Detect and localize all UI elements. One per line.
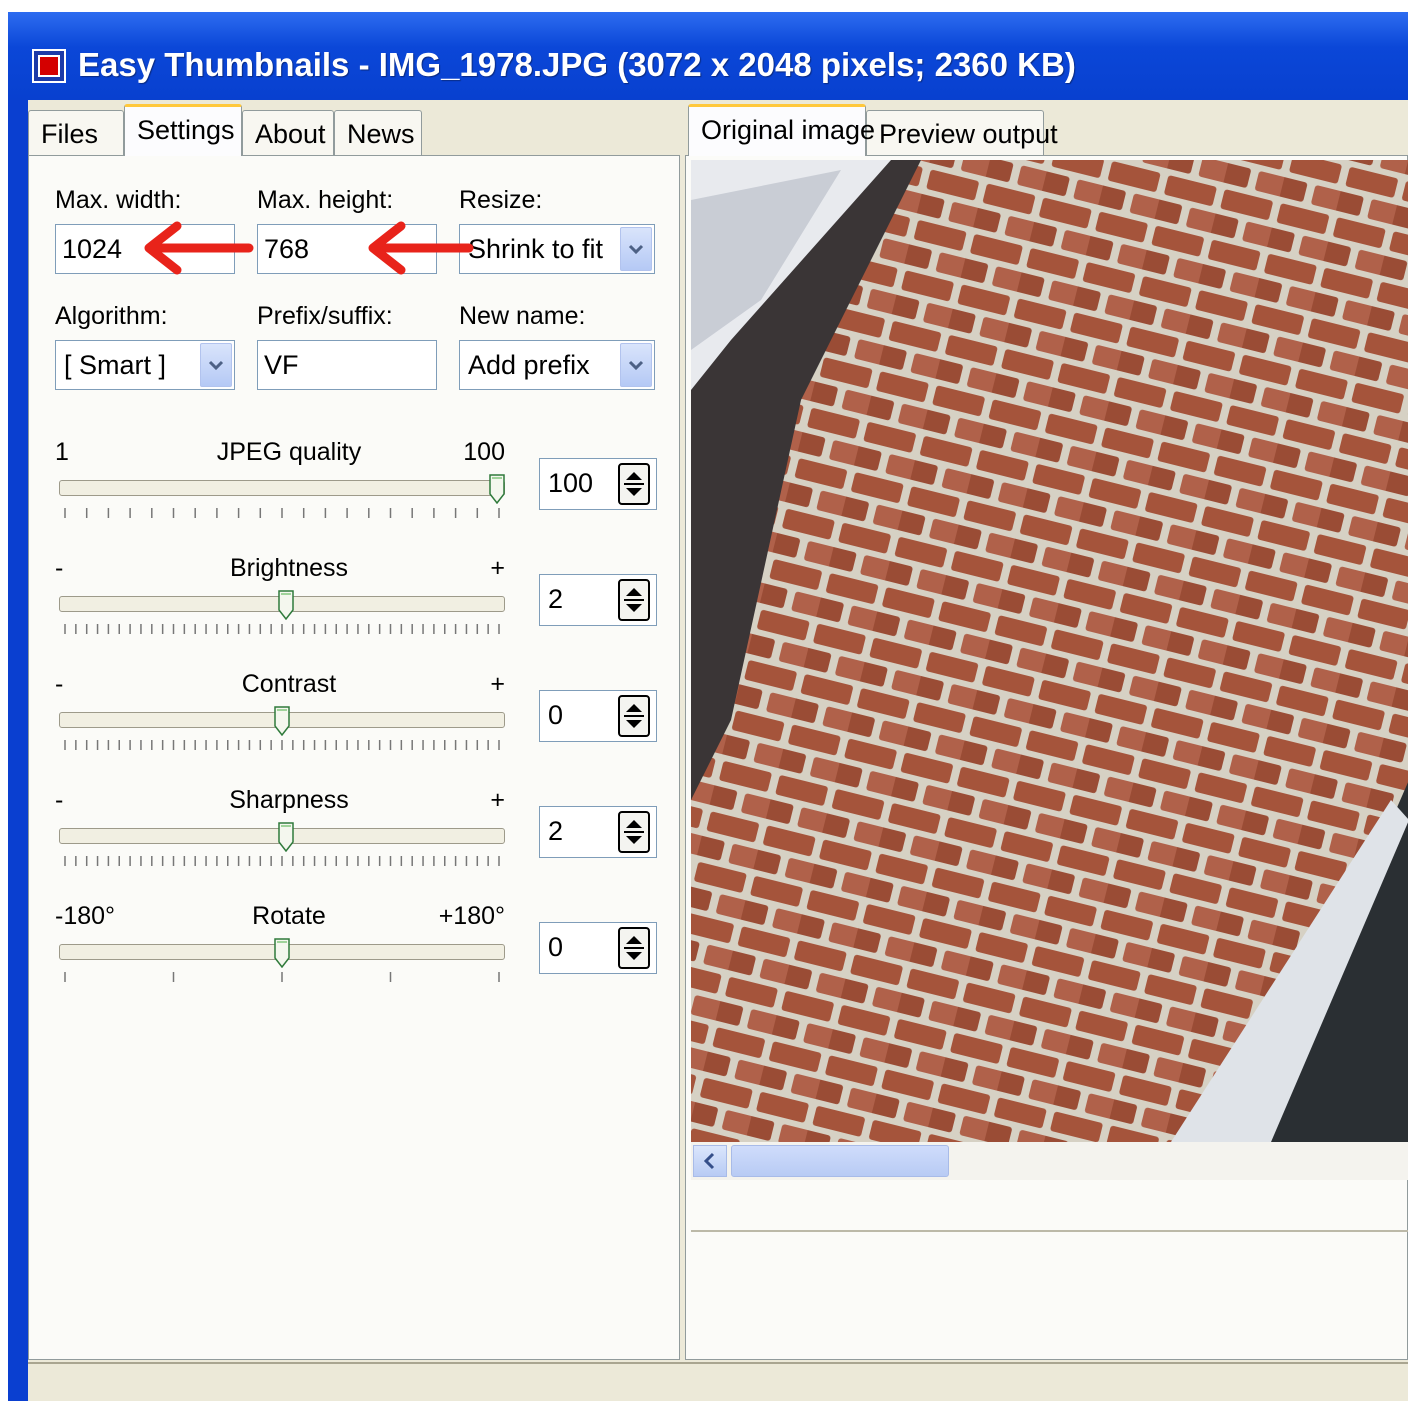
prefix-suffix-label: Prefix/suffix: [257, 302, 393, 330]
prefix-suffix-input[interactable]: VF [257, 340, 437, 390]
sharpness-spinbox[interactable]: 2 [539, 806, 657, 858]
rotate-label: Rotate [252, 902, 326, 930]
resize-label: Resize: [459, 186, 543, 214]
contrast-slider-ticks [64, 740, 500, 750]
settings-panel: Max. width: Max. height: Resize: 1024 76… [28, 155, 680, 1360]
jpeg-spinbox[interactable]: 100 [539, 458, 657, 510]
tab-settings[interactable]: Settings [124, 104, 242, 156]
photo-brick-wall [691, 160, 1408, 1142]
arrow-icon [144, 221, 474, 275]
algorithm-label: Algorithm: [55, 302, 168, 330]
rotate-value: 0 [548, 932, 564, 962]
title-bar[interactable]: Easy Thumbnails - IMG_1978.JPG (3072 x 2… [8, 12, 1408, 100]
status-bar [28, 1366, 1408, 1401]
jpeg-slider-track[interactable] [59, 480, 505, 496]
slider-group-rotate: -180° Rotate +180° 0 [29, 156, 681, 982]
scroll-thumb[interactable] [731, 1145, 949, 1177]
chevron-down-icon[interactable] [620, 227, 652, 271]
max-height-label: Max. height: [257, 186, 394, 214]
tab-preview-output[interactable]: Preview output [866, 110, 1058, 156]
brightness-slider-ticks [64, 624, 500, 634]
scroll-left-icon[interactable] [693, 1145, 727, 1177]
jpeg-max-label: 100 [463, 438, 505, 466]
window-title: Easy Thumbnails - IMG_1978.JPG (3072 x 2… [78, 46, 1076, 83]
rotate-min-label: -180° [55, 902, 116, 930]
contrast-value: 0 [548, 700, 564, 730]
algorithm-value: [ Smart ] [64, 350, 167, 380]
divider [691, 1230, 1408, 1232]
max-width-label: Max. width: [55, 186, 182, 214]
brightness-value: 2 [548, 584, 564, 614]
brightness-slider-thumb[interactable] [278, 590, 295, 620]
spin-updown-icon[interactable] [618, 695, 650, 737]
contrast-label: Contrast [241, 670, 337, 698]
spin-updown-icon[interactable] [618, 927, 650, 969]
sharpness-max-label: + [490, 786, 505, 814]
horizontal-scrollbar[interactable] [691, 1142, 1408, 1180]
spin-updown-icon[interactable] [618, 811, 650, 853]
sharpness-value: 2 [548, 816, 564, 846]
chevron-down-icon[interactable] [200, 343, 232, 387]
new-name-select[interactable]: Add prefix [459, 340, 655, 390]
new-name-label: New name: [459, 302, 586, 330]
algorithm-select[interactable]: [ Smart ] [55, 340, 235, 390]
brightness-spinbox[interactable]: 2 [539, 574, 657, 626]
image-panel [685, 155, 1408, 1360]
tab-files[interactable]: Files [28, 110, 124, 156]
jpeg-min-label: 1 [55, 438, 69, 466]
sharpness-slider-ticks [64, 856, 500, 866]
spin-updown-icon[interactable] [618, 463, 650, 505]
jpeg-slider-thumb[interactable] [489, 474, 505, 504]
image-viewer[interactable] [691, 160, 1408, 1142]
tab-about[interactable]: About [242, 110, 334, 156]
sharpness-label: Sharpness [229, 786, 349, 814]
contrast-slider-thumb[interactable] [274, 706, 290, 736]
jpeg-value: 100 [548, 468, 594, 498]
sharpness-min-label: - [55, 786, 64, 814]
sharpness-slider-thumb[interactable] [278, 822, 295, 852]
new-name-value: Add prefix [468, 350, 590, 380]
tab-original-image[interactable]: Original image [688, 104, 875, 156]
rotate-slider-thumb[interactable] [274, 938, 290, 968]
jpeg-label: JPEG quality [216, 438, 362, 466]
annotation-arrows [144, 221, 474, 275]
brightness-min-label: - [55, 554, 64, 582]
chevron-down-icon[interactable] [620, 343, 652, 387]
brightness-label: Brightness [229, 554, 349, 582]
brightness-max-label: + [490, 554, 505, 582]
rotate-max-label: +180° [438, 902, 505, 930]
contrast-max-label: + [490, 670, 505, 698]
status-divider [28, 1362, 1408, 1364]
contrast-spinbox[interactable]: 0 [539, 690, 657, 742]
spin-updown-icon[interactable] [618, 579, 650, 621]
client-area: Files Settings About News Max. width: Ma… [28, 100, 1408, 1401]
tab-news[interactable]: News [334, 110, 422, 156]
app-window: Easy Thumbnails - IMG_1978.JPG (3072 x 2… [8, 12, 1408, 1401]
rotate-slider-ticks [64, 972, 500, 982]
contrast-min-label: - [55, 670, 64, 698]
rotate-spinbox[interactable]: 0 [539, 922, 657, 974]
app-icon [32, 49, 66, 83]
jpeg-slider-ticks [64, 508, 500, 518]
